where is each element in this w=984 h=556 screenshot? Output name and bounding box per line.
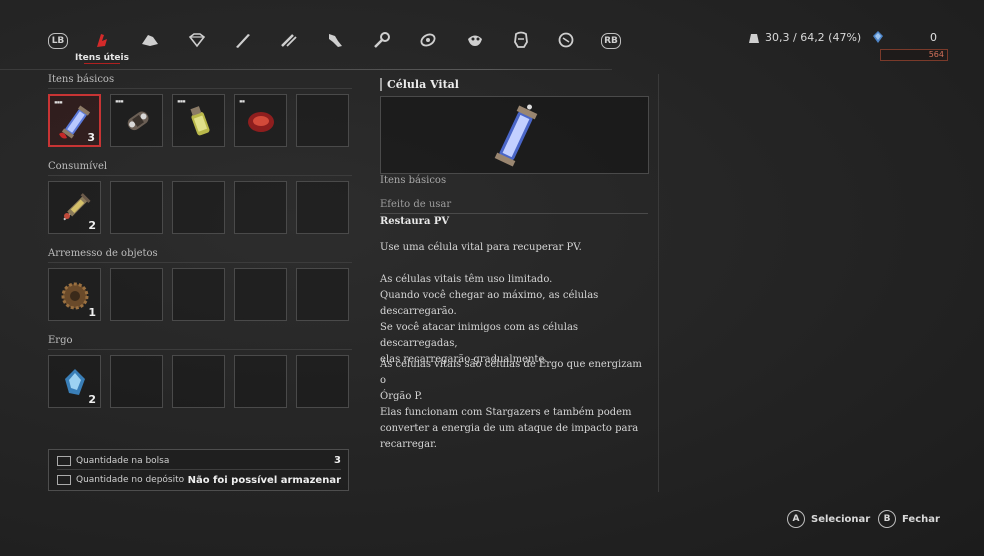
slot-count: 2 <box>88 393 96 406</box>
close-hint[interactable]: B Fechar <box>878 510 940 528</box>
item-slot-empty[interactable] <box>172 181 225 234</box>
description-line: recarregar. <box>380 439 437 450</box>
item-slot-syringe[interactable]: 2 <box>48 181 101 234</box>
weapon-icon[interactable] <box>233 30 253 50</box>
category-tab-bar: LB RB Itens úteis 30,3 / 64,2 (47%) 0 56… <box>0 0 984 66</box>
item-detail-category: Itens básicos <box>380 175 447 186</box>
storage-quantity-row: Quantidade no depósito Não foi possível … <box>57 471 341 489</box>
rb-button[interactable]: RB <box>601 33 621 49</box>
section-label-basic-items: Itens básicos <box>48 74 115 85</box>
item-slot-empty[interactable] <box>296 181 349 234</box>
weight-value: 30,3 / 64,2 (47%) <box>765 31 862 44</box>
item-slot-empty[interactable] <box>296 94 349 147</box>
section-divider <box>48 175 352 176</box>
item-slot-empty[interactable] <box>234 268 287 321</box>
wrench-icon[interactable] <box>372 30 392 50</box>
storage-quantity-value: Não foi possível armazenar <box>187 474 341 486</box>
a-button-icon: A <box>787 510 805 528</box>
description-intro: Use uma célula vital para recuperar PV. <box>380 242 582 253</box>
select-hint[interactable]: A Selecionar <box>787 510 870 528</box>
effect-name: Restaura PV <box>380 216 450 227</box>
ergo-icon <box>873 31 883 43</box>
header-divider <box>0 69 612 70</box>
description-line: As células vitais são células de Ergo qu… <box>380 359 642 386</box>
select-label: Selecionar <box>811 513 871 525</box>
useful-items-icon[interactable] <box>92 30 112 50</box>
bag-quantity-value: 3 <box>334 455 341 466</box>
item-detail-preview <box>380 96 649 174</box>
ergo-sub-amount: 564 <box>880 49 948 61</box>
description-block-usage: As células vitais têm uso limitado. Quan… <box>380 272 648 368</box>
item-slot-empty[interactable] <box>110 268 163 321</box>
item-slot-yellow-bottle[interactable]: ▪▪▪ <box>172 94 225 147</box>
lb-button[interactable]: LB <box>48 33 68 49</box>
active-tab-label: Itens úteis <box>75 53 129 63</box>
section-label-consumable: Consumível <box>48 161 108 172</box>
red-stone-icon <box>248 112 274 132</box>
item-slot-red-stone[interactable]: ▪▪ <box>234 94 287 147</box>
item-slot-gear-grenade[interactable]: 1 <box>48 268 101 321</box>
pulse-cell-large-icon <box>494 104 538 167</box>
section-divider <box>48 88 352 89</box>
key-icon[interactable] <box>556 30 576 50</box>
mask-icon[interactable] <box>465 30 485 50</box>
handle-icon[interactable] <box>279 30 299 50</box>
slot-count: 1 <box>88 306 96 319</box>
slot-count: 2 <box>88 219 96 232</box>
effect-divider <box>380 213 648 214</box>
b-button-icon: B <box>878 510 896 528</box>
item-detail-title: Célula Vital <box>380 78 459 91</box>
ergo-amount: 0 <box>930 31 937 44</box>
item-slot-empty[interactable] <box>110 355 163 408</box>
item-slot-throwing-cell[interactable]: ▪▪▪ <box>110 94 163 147</box>
bag-quantity-row: Quantidade na bolsa 3 <box>57 452 341 470</box>
bag-quantity-label: Quantidade na bolsa <box>76 455 170 466</box>
section-divider <box>48 349 352 350</box>
materials-icon[interactable] <box>140 30 160 50</box>
storage-quantity-label: Quantidade no depósito <box>76 475 185 485</box>
quantity-box: Quantidade na bolsa 3 Quantidade no depó… <box>48 449 349 491</box>
amulet-icon[interactable] <box>418 30 438 50</box>
active-tab-underline <box>84 63 120 64</box>
weight-indicator: 30,3 / 64,2 (47%) <box>748 31 861 44</box>
effect-label: Efeito de usar <box>380 199 452 210</box>
section-label-throwables: Arremesso de objetos <box>48 248 158 259</box>
costume-icon[interactable] <box>511 30 531 50</box>
item-slot-empty[interactable] <box>172 268 225 321</box>
legion-arm-icon[interactable] <box>325 30 345 50</box>
item-slot-ergo-crystal[interactable]: 2 <box>48 355 101 408</box>
description-block-lore: As células vitais são células de Ergo qu… <box>380 357 648 453</box>
description-line: descarregarão. <box>380 306 457 317</box>
weight-icon <box>749 33 759 43</box>
item-slot-empty[interactable] <box>296 355 349 408</box>
slot-count: 3 <box>87 131 95 144</box>
storage-icon <box>57 475 71 485</box>
item-slot-empty[interactable] <box>172 355 225 408</box>
item-slot-empty[interactable] <box>234 181 287 234</box>
gem-icon[interactable] <box>187 30 207 50</box>
item-slot-empty[interactable] <box>296 268 349 321</box>
description-line: converter a energia de um ataque de impa… <box>380 423 639 434</box>
item-slot-pulse-cell[interactable]: ▪▪▪ 3 <box>48 94 101 147</box>
description-line: Órgão P. <box>380 391 423 402</box>
description-line: As células vitais têm uso limitado. <box>380 274 553 285</box>
description-line: Quando você chegar ao máximo, as células <box>380 290 599 301</box>
bag-icon <box>57 455 71 466</box>
yellow-bottle-icon <box>190 106 210 136</box>
description-line: Elas funcionam com Stargazers e também p… <box>380 407 632 418</box>
description-line: Se você atacar inimigos com as células d… <box>380 322 579 349</box>
section-divider <box>48 262 352 263</box>
section-label-ergo: Ergo <box>48 335 73 346</box>
item-slot-empty[interactable] <box>110 181 163 234</box>
close-label: Fechar <box>902 513 940 525</box>
throwing-cell-icon <box>127 111 149 131</box>
item-slot-empty[interactable] <box>234 355 287 408</box>
